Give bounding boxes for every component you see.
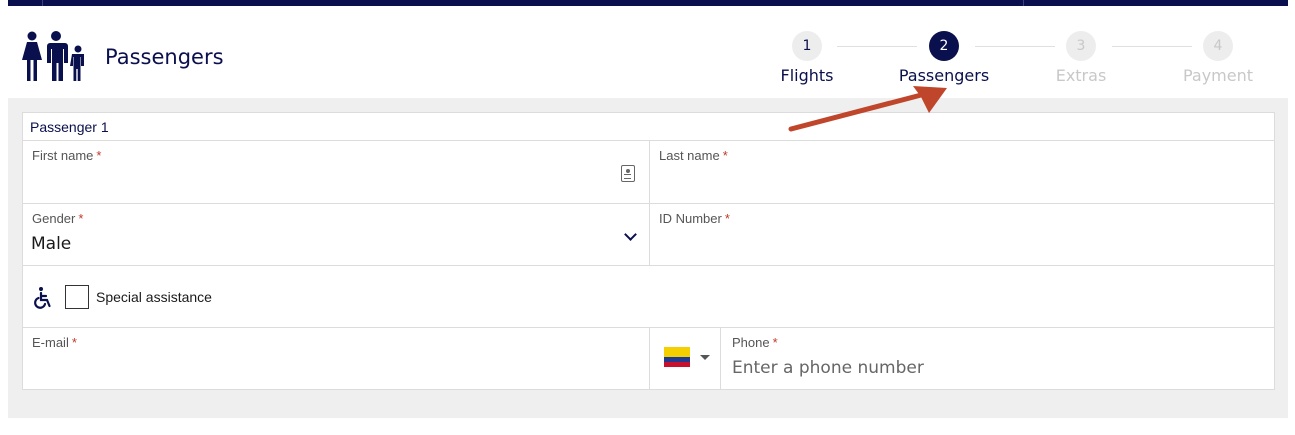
passenger-card: Passenger 1 First name * Last name * Gende…: [22, 112, 1275, 390]
special-assistance-label: Special assistance: [96, 289, 212, 305]
id-number-label: ID Number *: [659, 211, 730, 226]
last-name-label: Last name *: [659, 148, 728, 163]
step-passengers[interactable]: 2 Passengers: [884, 31, 1004, 85]
first-name-field[interactable]: First name *: [23, 141, 650, 204]
colombia-flag-icon: [664, 347, 690, 367]
last-name-field[interactable]: Last name *: [650, 141, 1274, 204]
gender-label: Gender *: [32, 211, 84, 226]
special-assistance-row: Special assistance: [23, 266, 1274, 328]
country-code-select[interactable]: [650, 328, 721, 390]
gender-value: Male: [31, 234, 72, 254]
phone-field[interactable]: Phone * Enter a phone number: [721, 328, 1274, 390]
phone-input[interactable]: Enter a phone number: [732, 358, 924, 378]
family-icon: [22, 31, 84, 81]
caret-down-icon: [700, 355, 710, 360]
passenger-title: Passenger 1: [23, 113, 1274, 141]
step-number: 4: [1203, 31, 1233, 61]
step-payment: 4 Payment: [1158, 31, 1278, 85]
step-number: 3: [1066, 31, 1096, 61]
email-label: E-mail *: [32, 335, 77, 350]
first-name-label: First name *: [32, 148, 102, 163]
id-card-icon[interactable]: [621, 165, 635, 182]
page-header: Passengers 1 Flights 2 Passengers 3 Extr…: [8, 6, 1288, 98]
step-number: 2: [929, 31, 959, 61]
step-label: Payment: [1182, 66, 1254, 85]
annotation-arrow: [788, 86, 947, 132]
wheelchair-icon: [34, 287, 51, 309]
gender-select[interactable]: Gender * Male: [23, 204, 650, 266]
step-flights[interactable]: 1 Flights: [747, 31, 867, 85]
email-field[interactable]: E-mail *: [23, 328, 650, 390]
id-number-field[interactable]: ID Number *: [650, 204, 1274, 266]
passenger-form-area: Passenger 1 First name * Last name * Gende…: [8, 98, 1288, 418]
phone-label: Phone *: [732, 335, 778, 350]
chevron-down-icon[interactable]: [624, 228, 637, 241]
step-label: Extras: [1055, 66, 1107, 85]
special-assistance-checkbox[interactable]: [65, 285, 89, 309]
step-extras: 3 Extras: [1021, 31, 1141, 85]
step-number: 1: [792, 31, 822, 61]
page-title: Passengers: [105, 45, 224, 69]
